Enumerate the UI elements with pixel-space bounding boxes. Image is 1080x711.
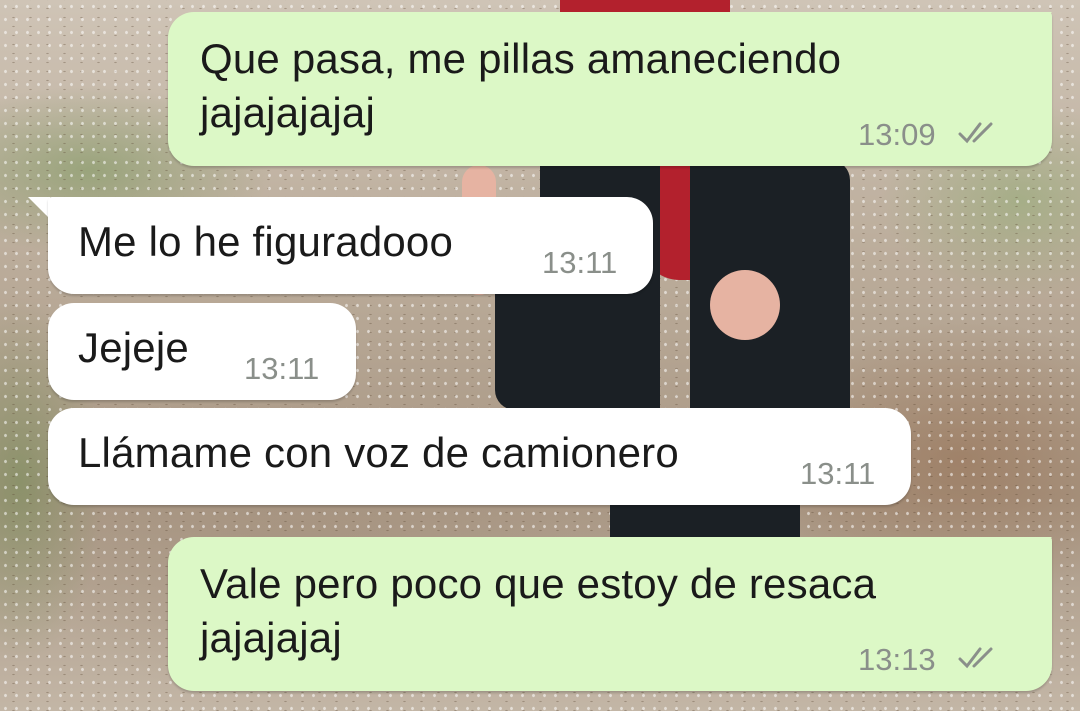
- message-timestamp: 13:11: [244, 351, 320, 386]
- message-text: Que pasa, me pillas amaneciendo jajajaja…: [200, 35, 842, 136]
- double-check-icon: [958, 647, 993, 669]
- incoming-bubble-tail: [28, 197, 50, 219]
- message-text: Llámame con voz de camionero: [78, 429, 679, 476]
- message-timestamp: 13:13: [858, 642, 936, 677]
- message-timestamp: 13:09: [858, 117, 936, 152]
- wallpaper-figure-lower-legs: [610, 500, 800, 540]
- outgoing-message-bubble[interactable]: Vale pero poco que estoy de resaca jajaj…: [168, 537, 1052, 691]
- incoming-message-bubble[interactable]: Me lo he figuradooo 13:11: [48, 197, 653, 294]
- message-text: Me lo he figuradooo: [78, 218, 454, 265]
- message-timestamp: 13:11: [800, 456, 876, 491]
- incoming-message-bubble[interactable]: Jejeje 13:11: [48, 303, 356, 400]
- double-check-icon: [958, 122, 993, 144]
- incoming-message-bubble[interactable]: Llámame con voz de camionero 13:11: [48, 408, 911, 505]
- message-text: Vale pero poco que estoy de resaca jajaj…: [200, 560, 877, 661]
- wallpaper-figure-hand: [710, 270, 780, 340]
- outgoing-message-bubble[interactable]: Que pasa, me pillas amaneciendo jajajaja…: [168, 12, 1052, 166]
- message-timestamp: 13:11: [542, 245, 618, 280]
- message-text: Jejeje: [78, 324, 189, 371]
